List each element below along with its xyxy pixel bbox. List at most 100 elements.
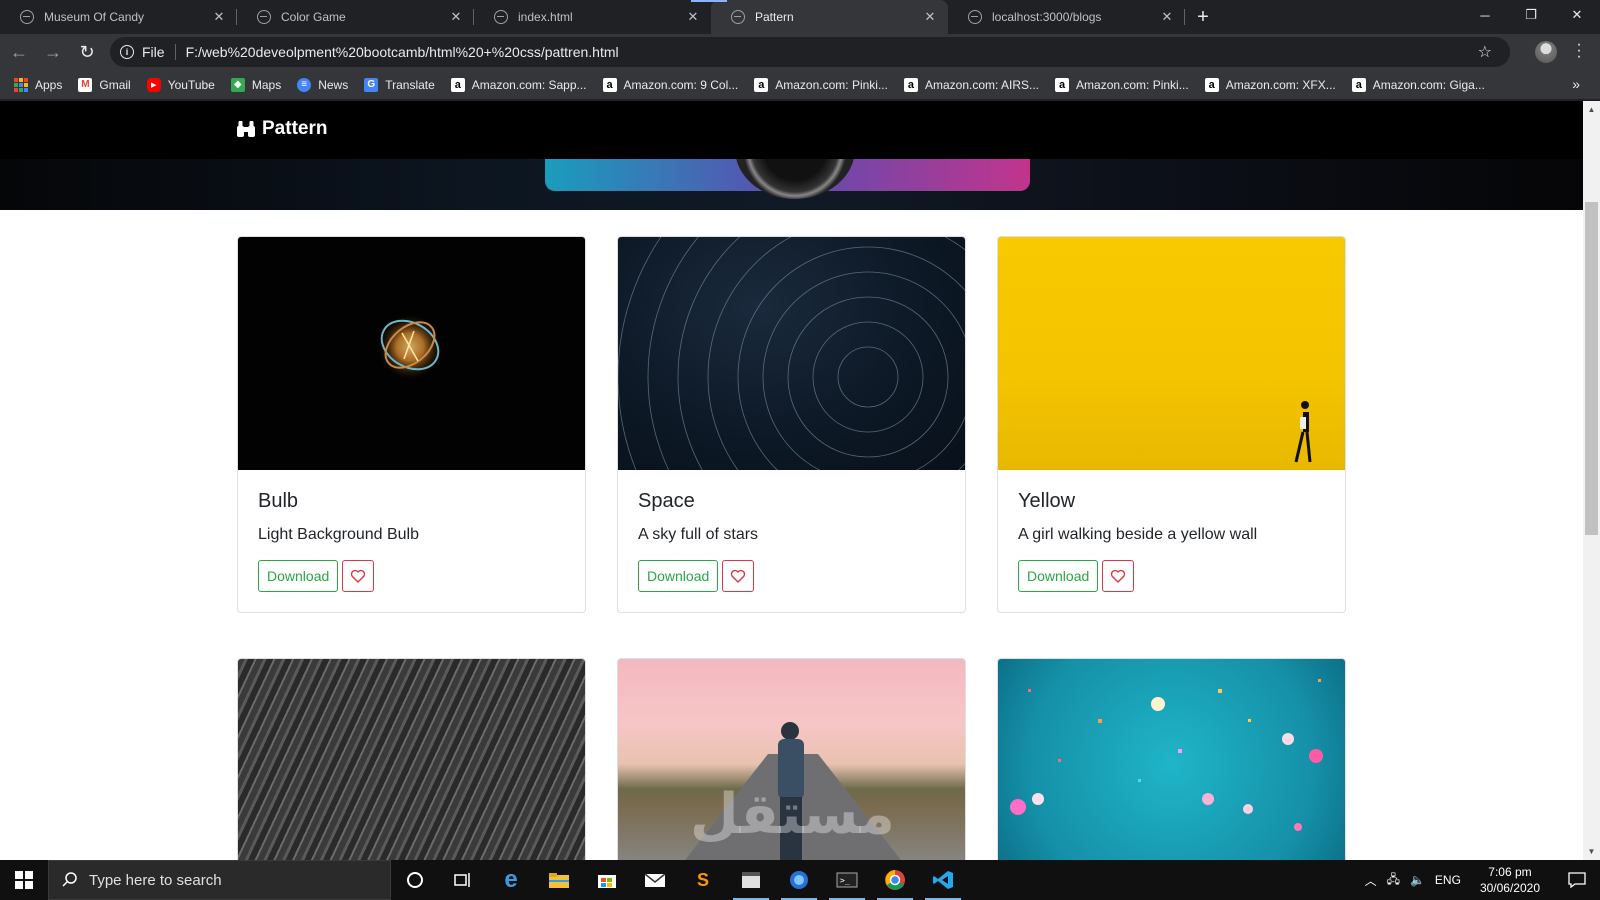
amazon-icon: a	[602, 77, 617, 92]
man-on-road-art	[685, 722, 901, 860]
tab-museum-of-candy[interactable]: Museum Of Candy ✕	[0, 0, 237, 34]
edge-icon[interactable]: e	[487, 860, 535, 900]
download-button[interactable]: Download	[1018, 560, 1099, 592]
language-indicator[interactable]: ENG	[1435, 873, 1461, 887]
star-trails-art	[618, 237, 965, 470]
bookmark-news[interactable]: ≡ News	[297, 77, 348, 92]
back-button[interactable]: ←	[4, 37, 34, 67]
chrome-icon[interactable]	[871, 860, 919, 900]
close-tab-icon[interactable]: ✕	[1159, 9, 1175, 25]
tab-title: Color Game	[281, 10, 346, 24]
tab-color-game[interactable]: Color Game ✕	[237, 0, 474, 34]
mail-icon[interactable]	[631, 860, 679, 900]
bookmark-amazon[interactable]: a Amazon.com: AIRS...	[903, 77, 1039, 92]
windows-start-icon[interactable]	[0, 860, 48, 900]
close-window-button[interactable]: ✕	[1554, 0, 1600, 30]
card-image-rocks	[238, 659, 585, 860]
card-space: Space A sky full of stars Download	[617, 236, 966, 613]
bookmark-maps[interactable]: ◆ Maps	[230, 77, 282, 92]
file-explorer-icon[interactable]	[535, 860, 583, 900]
globe-icon	[968, 10, 982, 24]
address-bar[interactable]: i File F:/web%20deveolpment%20bootcamb/h…	[110, 37, 1510, 67]
tab-title: Pattern	[755, 10, 794, 24]
bookmark-amazon[interactable]: a Amazon.com: Giga...	[1351, 77, 1485, 92]
bookmark-translate[interactable]: G Translate	[364, 77, 435, 92]
restore-button[interactable]: ❐	[1508, 0, 1554, 30]
close-tab-icon[interactable]: ✕	[211, 9, 227, 25]
card-title: Bulb	[258, 490, 299, 512]
globe-icon	[20, 10, 34, 24]
vscode-icon[interactable]	[919, 860, 967, 900]
amazon-icon: a	[903, 77, 918, 92]
amazon-icon: a	[1204, 77, 1219, 92]
card-confetti	[997, 658, 1346, 860]
bookmarks-overflow-button[interactable]: »	[1572, 76, 1580, 92]
bookmarks-bar: Apps M Gmail ▶ YouTube ◆ Maps ≡ News G T…	[0, 70, 1600, 100]
browser-menu-icon[interactable]: · · ·	[1572, 37, 1586, 65]
minimize-button[interactable]: ─	[1462, 0, 1508, 30]
new-tab-button[interactable]: +	[1185, 0, 1221, 34]
bookmark-label: Maps	[251, 77, 282, 92]
card-title: Yellow	[1018, 490, 1076, 512]
forward-button[interactable]: →	[38, 37, 68, 67]
like-button[interactable]	[722, 560, 755, 592]
like-button[interactable]	[1102, 560, 1135, 592]
bookmark-apps[interactable]: Apps	[14, 77, 63, 92]
bookmark-amazon[interactable]: a Amazon.com: Pinki...	[1055, 77, 1189, 92]
translate-icon: G	[364, 77, 379, 92]
download-button[interactable]: Download	[258, 560, 339, 592]
bookmark-gmail[interactable]: M Gmail	[78, 77, 131, 92]
sublime-text-icon[interactable]: S	[679, 860, 727, 900]
task-view-icon[interactable]	[439, 860, 487, 900]
scroll-down-arrow-icon[interactable]: ▼	[1583, 843, 1600, 860]
bookmark-youtube[interactable]: ▶ YouTube	[146, 77, 215, 92]
notification-center-icon[interactable]	[1554, 860, 1600, 900]
bookmark-label: Amazon.com: Pinki...	[775, 77, 888, 92]
bookmark-label: Apps	[35, 77, 63, 92]
download-button[interactable]: Download	[638, 560, 719, 592]
maps-icon: ◆	[230, 77, 245, 92]
bookmark-label: Gmail	[99, 77, 131, 92]
amazon-icon: a	[1055, 77, 1070, 92]
reload-button[interactable]: ↻	[72, 37, 102, 67]
firefox-dev-icon[interactable]	[775, 860, 823, 900]
close-tab-icon[interactable]: ✕	[922, 9, 938, 25]
page-scrollbar[interactable]: ▲ ▼	[1583, 101, 1600, 860]
search-icon	[62, 872, 77, 887]
profile-avatar-icon[interactable]	[1535, 41, 1557, 63]
bookmark-label: Amazon.com: XFX...	[1225, 77, 1336, 92]
bookmark-amazon[interactable]: a Amazon.com: Pinki...	[754, 77, 888, 92]
close-tab-icon[interactable]: ✕	[685, 9, 701, 25]
scrollbar-thumb[interactable]	[1585, 202, 1598, 535]
cortana-icon[interactable]	[391, 860, 439, 900]
like-button[interactable]	[342, 560, 375, 592]
bookmark-label: Amazon.com: Pinki...	[1076, 77, 1189, 92]
bookmark-amazon[interactable]: a Amazon.com: 9 Col...	[602, 77, 739, 92]
navbar-brand[interactable]: Pattern	[236, 118, 327, 140]
tray-overflow-icon[interactable]: ︿	[1365, 872, 1377, 889]
taskbar-search-box[interactable]: Type here to search	[48, 860, 391, 900]
tab-pattern[interactable]: Pattern ✕	[711, 0, 948, 34]
tab-index-html[interactable]: index.html ✕	[474, 0, 711, 34]
tab-localhost-blogs[interactable]: localhost:3000/blogs ✕	[948, 0, 1185, 34]
bookmark-amazon[interactable]: a Amazon.com: Sapp...	[450, 77, 587, 92]
card-image-space	[618, 237, 965, 470]
video-editor-icon[interactable]	[727, 860, 775, 900]
scroll-up-arrow-icon[interactable]: ▲	[1583, 101, 1600, 118]
close-tab-icon[interactable]: ✕	[448, 9, 464, 25]
bookmark-amazon[interactable]: a Amazon.com: XFX...	[1204, 77, 1336, 92]
microsoft-store-icon[interactable]	[583, 860, 631, 900]
network-icon[interactable]: 🖧	[1387, 870, 1400, 891]
bookmark-star-icon[interactable]: ☆	[1478, 42, 1492, 62]
volume-icon[interactable]: 🔈	[1410, 873, 1425, 887]
clock[interactable]: 7:06 pm 30/06/2020	[1480, 864, 1540, 896]
bulb-image-art	[376, 313, 444, 381]
apps-icon	[14, 77, 28, 92]
terminal-icon[interactable]: >_	[823, 860, 871, 900]
bookmark-label: Amazon.com: 9 Col...	[623, 77, 739, 92]
url-text[interactable]: F:/web%20deveolpment%20bootcamb/html%20+…	[186, 44, 619, 60]
card-image-confetti	[998, 659, 1345, 860]
heart-icon	[351, 569, 366, 583]
info-icon[interactable]: i	[120, 45, 134, 59]
heart-icon	[731, 569, 746, 583]
